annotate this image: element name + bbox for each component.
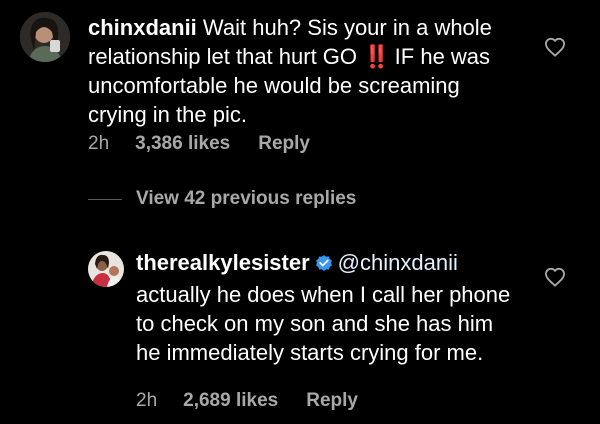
avatar-chinxdanii[interactable]: [20, 12, 70, 62]
reply-likes-count[interactable]: 2,689 likes: [183, 390, 278, 412]
double-exclamation-emoji: ‼️: [363, 44, 390, 69]
comment-username[interactable]: chinxdanii: [88, 15, 197, 40]
like-heart-icon[interactable]: [544, 267, 566, 287]
reply-username[interactable]: therealkylesister: [136, 250, 310, 275]
verified-badge-icon: [314, 251, 334, 280]
avatar-image: [20, 12, 70, 62]
reply-meta: 2h 2,689 likes Reply: [136, 390, 358, 412]
comment-timestamp: 2h: [88, 133, 110, 154]
replies-divider-line: [88, 198, 122, 200]
reply-button[interactable]: Reply: [306, 390, 358, 412]
mention-link[interactable]: @chinxdanii: [338, 250, 458, 275]
reply-timestamp: 2h: [136, 390, 158, 411]
view-replies-label: View 42 previous replies: [136, 188, 357, 209]
comment-body: chinxdanii Wait huh? Sis your in a whole…: [88, 13, 518, 129]
comment-meta: 2h 3,386 likes Reply: [88, 133, 310, 155]
avatar-therealkylesister[interactable]: [88, 251, 124, 287]
reply-button[interactable]: Reply: [258, 133, 310, 155]
reply-text: actually he does when I call her phone t…: [136, 282, 511, 365]
like-heart-icon[interactable]: [544, 37, 566, 57]
avatar-image: [88, 251, 124, 287]
view-previous-replies-button[interactable]: View 42 previous replies: [88, 188, 356, 210]
reply-body: therealkylesister @chinxdanii actually he…: [136, 248, 516, 367]
comment-likes-count[interactable]: 3,386 likes: [135, 133, 230, 155]
